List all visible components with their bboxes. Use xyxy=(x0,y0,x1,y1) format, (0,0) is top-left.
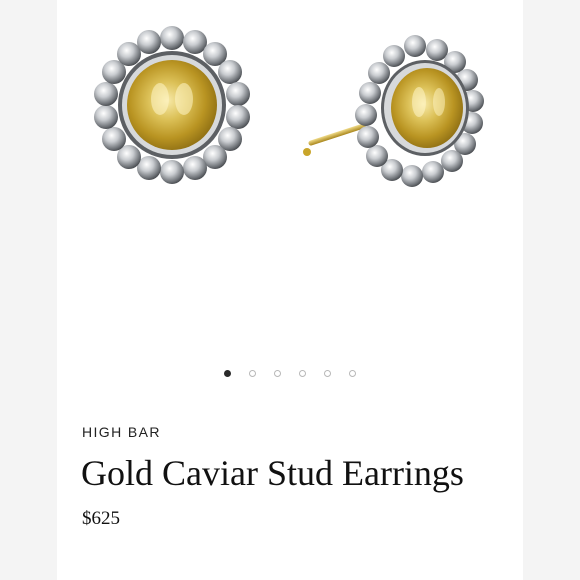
page-frame: HIGH BAR Gold Caviar Stud Earrings $625 xyxy=(0,0,580,580)
carousel-dot-5[interactable] xyxy=(324,369,331,377)
product-price: $625 xyxy=(82,508,120,529)
brand-name[interactable]: HIGH BAR xyxy=(82,424,161,440)
carousel-dot-2[interactable] xyxy=(249,369,256,377)
carousel-dot-4[interactable] xyxy=(299,369,306,377)
product-image[interactable] xyxy=(57,0,523,355)
product-card: HIGH BAR Gold Caviar Stud Earrings $625 xyxy=(57,0,523,580)
left-earring xyxy=(94,26,250,184)
product-title: Gold Caviar Stud Earrings xyxy=(81,453,464,493)
carousel-pagination xyxy=(57,366,523,380)
carousel-dot-3[interactable] xyxy=(274,369,281,377)
carousel-dot-6[interactable] xyxy=(349,369,356,377)
right-earring xyxy=(303,35,484,187)
carousel-dot-1[interactable] xyxy=(224,369,231,377)
earrings-illustration xyxy=(94,26,484,187)
